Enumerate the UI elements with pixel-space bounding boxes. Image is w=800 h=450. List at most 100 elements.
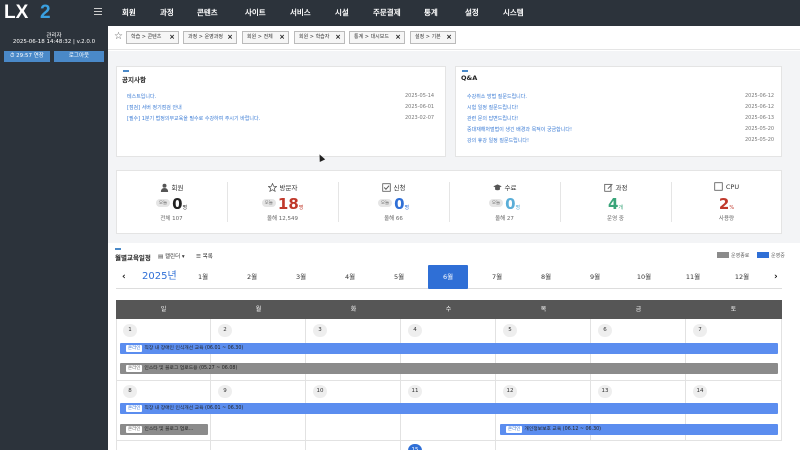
checkbox-icon <box>381 183 391 192</box>
close-icon[interactable]: × <box>446 32 452 43</box>
event-bar[interactable]: 온라인 직장 내 장애인 인식개선 교육 (06.01 ~ 06.30) <box>120 403 778 414</box>
day-cell[interactable] <box>116 441 211 450</box>
stat-visitor[interactable]: 방문자 오늘 18명 올해 12,549 <box>227 170 338 234</box>
notice-link[interactable]: [점검] 서버 정기점검 안내 <box>127 104 182 111</box>
tab-member-all[interactable]: 회원 > 전체 × <box>242 31 289 44</box>
card-accent <box>115 248 121 250</box>
notice-date: 2025-05-14 <box>405 93 435 99</box>
stat-value: 오늘 0명 <box>338 195 449 213</box>
day-number: 10 <box>313 385 327 398</box>
close-icon[interactable]: × <box>395 32 401 43</box>
month-6[interactable]: 6월 <box>428 265 468 289</box>
day-cell[interactable] <box>306 441 401 450</box>
day-number: 5 <box>503 324 517 337</box>
stat-label: 회원 <box>116 182 227 192</box>
close-icon[interactable]: × <box>335 32 341 43</box>
legend-ended: 운영종료 <box>717 252 749 259</box>
close-icon[interactable]: × <box>279 32 285 43</box>
today-pill: 오늘 <box>488 199 504 207</box>
nav-item-service[interactable]: 서비스 <box>290 0 311 26</box>
close-icon[interactable]: × <box>227 32 233 43</box>
nav-item-content[interactable]: 콘텐츠 <box>197 0 218 26</box>
notice-date: 2025-06-01 <box>405 104 435 110</box>
event-bar[interactable]: 온라인 직장 내 장애인 인식개선 교육 (06.01 ~ 06.30) <box>120 343 778 354</box>
weekday-fri: 금 <box>635 306 642 313</box>
qa-link[interactable]: 강의 휴강 일정 질문드립니다! <box>467 137 529 144</box>
card-accent <box>123 70 129 72</box>
user-icon <box>160 183 168 192</box>
month-7[interactable]: 7월 <box>477 265 517 289</box>
notice-card <box>116 66 446 157</box>
stat-value: 4개 <box>560 195 671 213</box>
session-extend-button[interactable]: ⏱ 29:57 연장 <box>4 51 50 62</box>
year-label[interactable]: 2025년 <box>142 265 177 289</box>
month-2[interactable]: 2월 <box>232 265 272 289</box>
list-view-button[interactable]: ☰ 목록 <box>196 252 213 260</box>
stat-member[interactable]: 회원 오늘 0명 전체 107 <box>116 170 227 234</box>
next-arrow-icon[interactable]: › <box>774 265 778 289</box>
month-11[interactable]: 11월 <box>673 265 713 289</box>
tab-stats-dashboard[interactable]: 통계 > 대시보드 × <box>349 31 405 44</box>
tab-label: 회원 > 전체 <box>247 34 273 40</box>
day-cell[interactable] <box>211 441 306 450</box>
logo[interactable]: LX 2 <box>4 2 64 24</box>
event-bar[interactable]: 온라인 개인정보보호 교육 (06.12 ~ 06.30) <box>500 424 778 435</box>
notice-date: 2023-02-07 <box>405 115 435 121</box>
stat-cpu[interactable]: CPU 2% 사용량 <box>671 170 782 234</box>
stat-application[interactable]: 신청 오늘 0명 올해 66 <box>338 170 449 234</box>
stat-sub: 올해 12,549 <box>266 216 299 222</box>
month-3[interactable]: 3월 <box>281 265 321 289</box>
nav-item-system[interactable]: 시스템 <box>503 0 524 26</box>
month-4[interactable]: 4월 <box>330 265 370 289</box>
day-number: 4 <box>408 324 422 337</box>
nav-item-settings[interactable]: 설정 <box>465 0 479 26</box>
nav-item-stats[interactable]: 통계 <box>424 0 438 26</box>
calendar-label: 캘린더 <box>164 254 181 260</box>
month-5[interactable]: 5월 <box>379 265 419 289</box>
schedule-title: 월별교육일정 <box>115 254 151 262</box>
legend-swatch <box>717 252 729 258</box>
qa-link[interactable]: 수강취소 방법 질문드립니다. <box>467 93 527 100</box>
star-icon <box>267 183 277 192</box>
legend-label: 운영중 <box>771 253 785 259</box>
nav-item-facility[interactable]: 시설 <box>335 0 349 26</box>
nav-item-member[interactable]: 회원 <box>122 0 136 26</box>
stat-completion[interactable]: 수료 오늘 0명 올해 27 <box>449 170 560 234</box>
tab-member-learner[interactable]: 회원 > 학습자 × <box>294 31 345 44</box>
logout-button[interactable]: 로그아웃 <box>54 51 104 62</box>
tab-course-running[interactable]: 과정 > 운영과정 × <box>183 31 237 44</box>
tab-learning-content[interactable]: 학습 > 콘텐츠 × <box>126 31 179 44</box>
nav-item-course[interactable]: 과정 <box>160 0 174 26</box>
tab-settings-basic[interactable]: 설정 > 기본 × <box>410 31 456 44</box>
qa-date: 2025-06-12 <box>745 93 775 99</box>
month-1[interactable]: 1월 <box>183 265 223 289</box>
favorite-star-icon[interactable]: ☆ <box>114 32 123 42</box>
hamburger-menu-icon[interactable] <box>94 8 102 15</box>
weekday-sun: 일 <box>160 306 167 313</box>
qa-date: 2025-05-20 <box>745 137 775 143</box>
month-8[interactable]: 8월 <box>526 265 566 289</box>
prev-arrow-icon[interactable]: ‹ <box>122 265 126 289</box>
qa-link[interactable]: 중대재해처벌법이 생긴 배경과 목적이 궁금합니다! <box>467 126 572 133</box>
stat-unit: 명 <box>404 205 410 211</box>
event-bar[interactable]: 온라인 인스타 및 블로그 업로드용 (05.27 ~ 06.08) <box>120 363 778 374</box>
day-number: 8 <box>123 385 137 398</box>
calendar-view-button[interactable]: ▤ 캘린더 ▾ <box>158 252 185 260</box>
stat-unit: 명 <box>515 205 521 211</box>
stat-unit: 명 <box>182 205 188 211</box>
notice-link[interactable]: 테스트입니다. <box>127 93 156 100</box>
qa-link[interactable]: 관련 문의 답변드립니다! <box>467 115 518 122</box>
nav-item-site[interactable]: 사이트 <box>245 0 266 26</box>
user-name: 관리자 <box>46 33 62 39</box>
month-10[interactable]: 10월 <box>624 265 664 289</box>
month-12[interactable]: 12월 <box>722 265 762 289</box>
close-icon[interactable]: × <box>169 32 175 43</box>
qa-link[interactable]: 시험 일정 질문드립니다! <box>467 104 518 111</box>
qa-date: 2025-06-12 <box>745 104 775 110</box>
event-bar[interactable]: 온라인 인스타 및 블로그 업로... <box>120 424 208 435</box>
stat-course[interactable]: 과정 4개 운영 중 <box>560 170 671 234</box>
nav-item-order[interactable]: 주문결제 <box>373 0 401 26</box>
notice-link[interactable]: [필수] 1분기 법정의무교육을 필수로 수강하여 주시기 바랍니다. <box>127 115 260 122</box>
month-9[interactable]: 9월 <box>575 265 615 289</box>
stat-label: 방문자 <box>227 182 338 192</box>
